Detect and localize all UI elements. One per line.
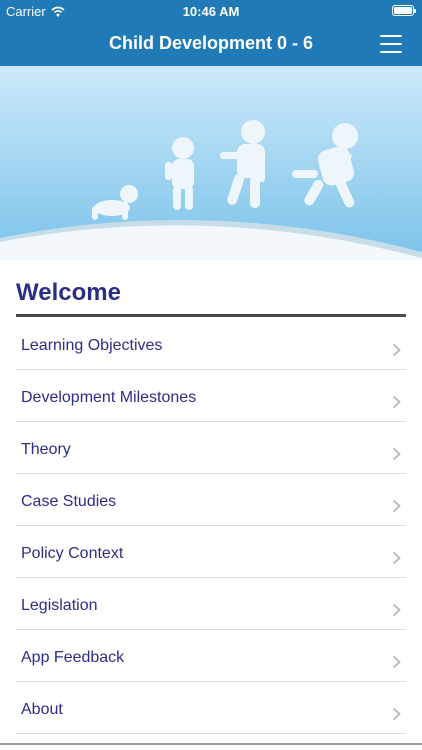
menu-item-label: About — [21, 701, 63, 718]
chevron-right-icon — [392, 343, 401, 357]
menu-item-label: Learning Objectives — [21, 337, 163, 354]
menu-item-label: Development Milestones — [21, 389, 197, 406]
chevron-right-icon — [392, 655, 401, 669]
menu-item-label: Policy Context — [21, 545, 124, 562]
battery-icon — [392, 5, 416, 16]
menu-item-legislation[interactable]: Legislation — [16, 578, 406, 630]
status-time: 10:46 AM — [182, 4, 240, 19]
chevron-right-icon — [392, 395, 401, 409]
menu-item-policy-context[interactable]: Policy Context — [16, 526, 406, 578]
menu-item-theory[interactable]: Theory — [16, 422, 406, 474]
menu-item-label: Legislation — [21, 597, 98, 614]
welcome-menu-list: Learning Objectives Development Mileston… — [16, 318, 406, 734]
chevron-right-icon — [392, 707, 401, 721]
heading-divider — [16, 314, 406, 317]
menu-item-label: Case Studies — [21, 493, 117, 510]
welcome-heading: Welcome — [16, 279, 121, 306]
hamburger-menu-icon[interactable] — [380, 35, 402, 53]
menu-item-development-milestones[interactable]: Development Milestones — [16, 370, 406, 422]
chevron-right-icon — [392, 551, 401, 565]
menu-item-app-feedback[interactable]: App Feedback — [16, 630, 406, 682]
menu-item-case-studies[interactable]: Case Studies — [16, 474, 406, 526]
chevron-right-icon — [392, 499, 401, 513]
menu-item-label: Theory — [21, 441, 71, 458]
menu-item-about[interactable]: About — [16, 682, 406, 734]
chevron-right-icon — [392, 447, 401, 461]
menu-item-learning-objectives[interactable]: Learning Objectives — [16, 318, 406, 370]
bottom-divider — [0, 743, 422, 745]
nav-title: Child Development 0 - 6 — [108, 33, 314, 53]
chevron-right-icon — [392, 603, 401, 617]
children-silhouettes-illustration — [0, 66, 422, 260]
status-bar: Carrier 10:46 AM — [0, 0, 422, 22]
menu-item-label: App Feedback — [21, 649, 125, 666]
hero-banner — [0, 66, 422, 260]
nav-bar: Child Development 0 - 6 — [0, 22, 422, 66]
